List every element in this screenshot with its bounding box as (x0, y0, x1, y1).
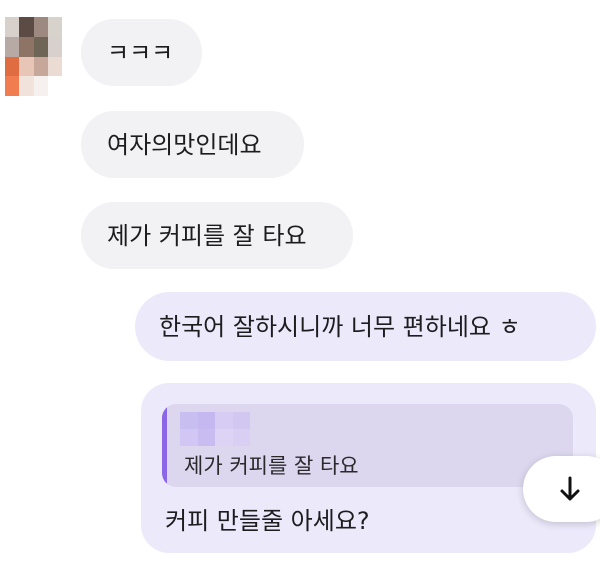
incoming-message[interactable]: 여자의맛인데요 (81, 111, 304, 178)
quote-accent-bar (162, 404, 167, 487)
avatar[interactable] (5, 17, 62, 96)
message-text: 제가 커피를 잘 타요 (107, 221, 307, 250)
message-text: ㅋㅋㅋ (107, 38, 174, 67)
scroll-to-bottom-button[interactable] (523, 456, 600, 522)
message-text: 여자의맛인데요 (107, 130, 262, 159)
quoted-message[interactable]: 제가 커피를 잘 타요 (162, 404, 573, 487)
reply-message[interactable]: 제가 커피를 잘 타요 커피 만들줄 아세요? (141, 383, 596, 553)
quoted-sender-name (180, 412, 250, 446)
outgoing-message[interactable]: 한국어 잘하시니까 너무 편하네요 ㅎ (135, 292, 596, 361)
incoming-message[interactable]: ㅋㅋㅋ (81, 19, 202, 86)
arrow-down-icon (560, 476, 580, 501)
message-text: 한국어 잘하시니까 너무 편하네요 ㅎ (159, 312, 521, 341)
quoted-text: 제가 커피를 잘 타요 (184, 454, 359, 478)
incoming-message[interactable]: 제가 커피를 잘 타요 (81, 202, 353, 269)
message-text: 커피 만들줄 아세요? (165, 507, 370, 535)
